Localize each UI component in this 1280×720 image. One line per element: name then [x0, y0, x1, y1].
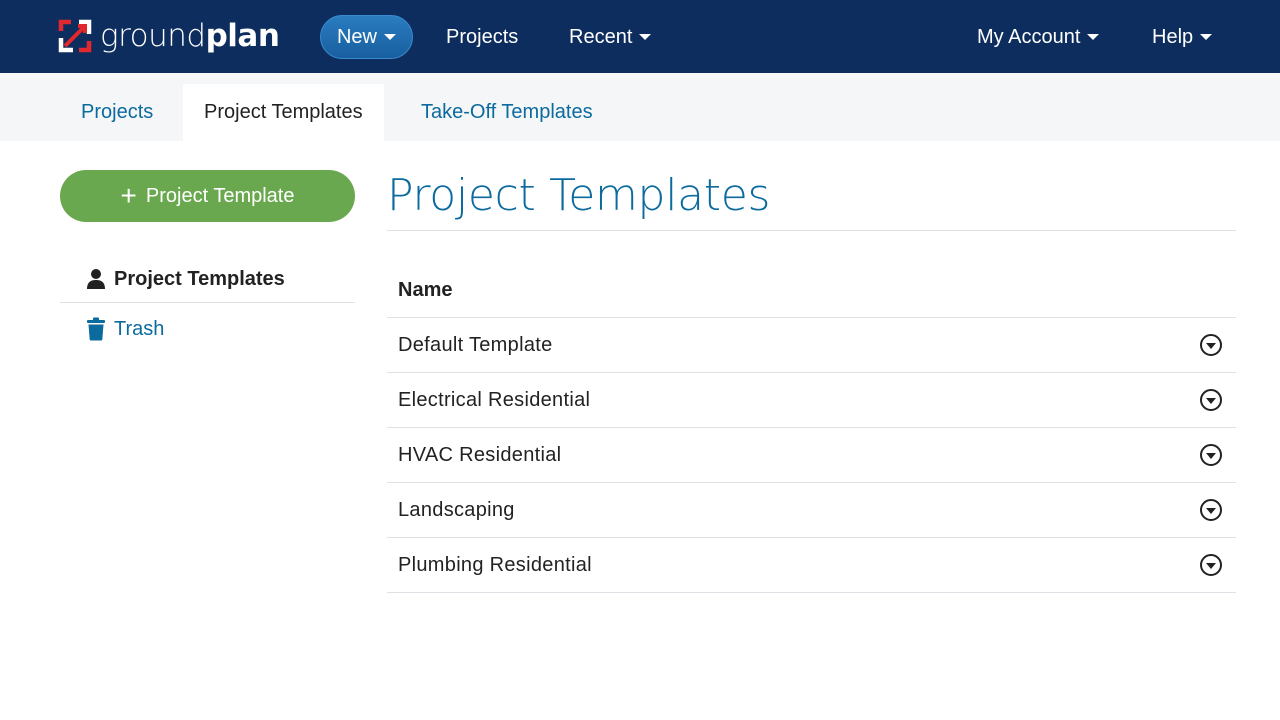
nav-projects-label: Projects: [446, 26, 519, 48]
circle-caret-down-icon[interactable]: [1199, 388, 1223, 412]
sidebar-item-trash-label: Trash: [114, 317, 165, 340]
plus-icon: +: [120, 180, 137, 211]
new-button-label: New: [336, 25, 377, 48]
add-project-template-label: Project Template: [145, 184, 295, 207]
tab-take-off-templates[interactable]: Take-Off Templates: [400, 84, 614, 141]
row-name: Plumbing Residential: [398, 554, 592, 576]
caret-down-icon: [1200, 34, 1213, 40]
caret-down-icon: [384, 34, 396, 40]
caret-down-icon: [1087, 34, 1100, 40]
nav-recent-label: Recent: [569, 26, 633, 48]
top-navbar: groundplan New Projects Recent My Accoun…: [0, 0, 1280, 73]
row-name: HVAC Residential: [398, 444, 562, 466]
nav-projects-link[interactable]: Projects: [446, 22, 518, 52]
row-name: Default Template: [398, 334, 553, 356]
circle-caret-down-icon[interactable]: [1199, 443, 1223, 467]
tab-projects[interactable]: Projects: [59, 84, 175, 141]
brand-name-light: ground: [100, 18, 206, 54]
row-name: Landscaping: [398, 499, 515, 521]
nav-my-account-dropdown[interactable]: My Account: [977, 22, 1100, 52]
templates-table: Name Default Template Electrical Residen…: [387, 262, 1236, 593]
table-row[interactable]: Default Template: [387, 318, 1236, 373]
table-row[interactable]: HVAC Residential: [387, 428, 1236, 483]
user-icon: [84, 267, 108, 291]
nav-help-label: Help: [1152, 26, 1194, 48]
tab-project-templates[interactable]: Project Templates: [183, 84, 384, 141]
trash-icon: [84, 317, 108, 341]
groundplan-logo-icon: [58, 19, 92, 53]
circle-caret-down-icon[interactable]: [1199, 333, 1223, 357]
column-header-name: Name: [387, 262, 1236, 318]
circle-caret-down-icon[interactable]: [1199, 553, 1223, 577]
nav-recent-dropdown[interactable]: Recent: [569, 22, 652, 52]
row-name: Electrical Residential: [398, 389, 591, 411]
table-row[interactable]: Electrical Residential: [387, 373, 1236, 428]
tab-project-templates-label: Project Templates: [204, 101, 363, 123]
brand-name-bold: plan: [205, 18, 280, 54]
tab-take-off-templates-label: Take-Off Templates: [421, 101, 593, 123]
new-dropdown-button[interactable]: New: [320, 15, 413, 59]
brand-name: groundplan: [100, 16, 280, 56]
sidebar-item-trash[interactable]: Trash: [60, 310, 355, 348]
page-title: Project Templates: [387, 170, 771, 221]
caret-down-icon: [639, 34, 652, 40]
divider: [387, 230, 1236, 231]
table-row[interactable]: Plumbing Residential: [387, 538, 1236, 593]
tab-projects-label: Projects: [81, 101, 154, 123]
add-project-template-button[interactable]: + Project Template: [60, 170, 355, 222]
sidebar-item-project-templates-label: Project Templates: [114, 267, 285, 290]
circle-caret-down-icon[interactable]: [1199, 498, 1223, 522]
brand-logo[interactable]: groundplan: [58, 16, 280, 56]
nav-my-account-label: My Account: [977, 26, 1081, 48]
table-row[interactable]: Landscaping: [387, 483, 1236, 538]
sidebar-item-project-templates[interactable]: Project Templates: [60, 256, 355, 303]
nav-help-dropdown[interactable]: Help: [1152, 22, 1213, 52]
